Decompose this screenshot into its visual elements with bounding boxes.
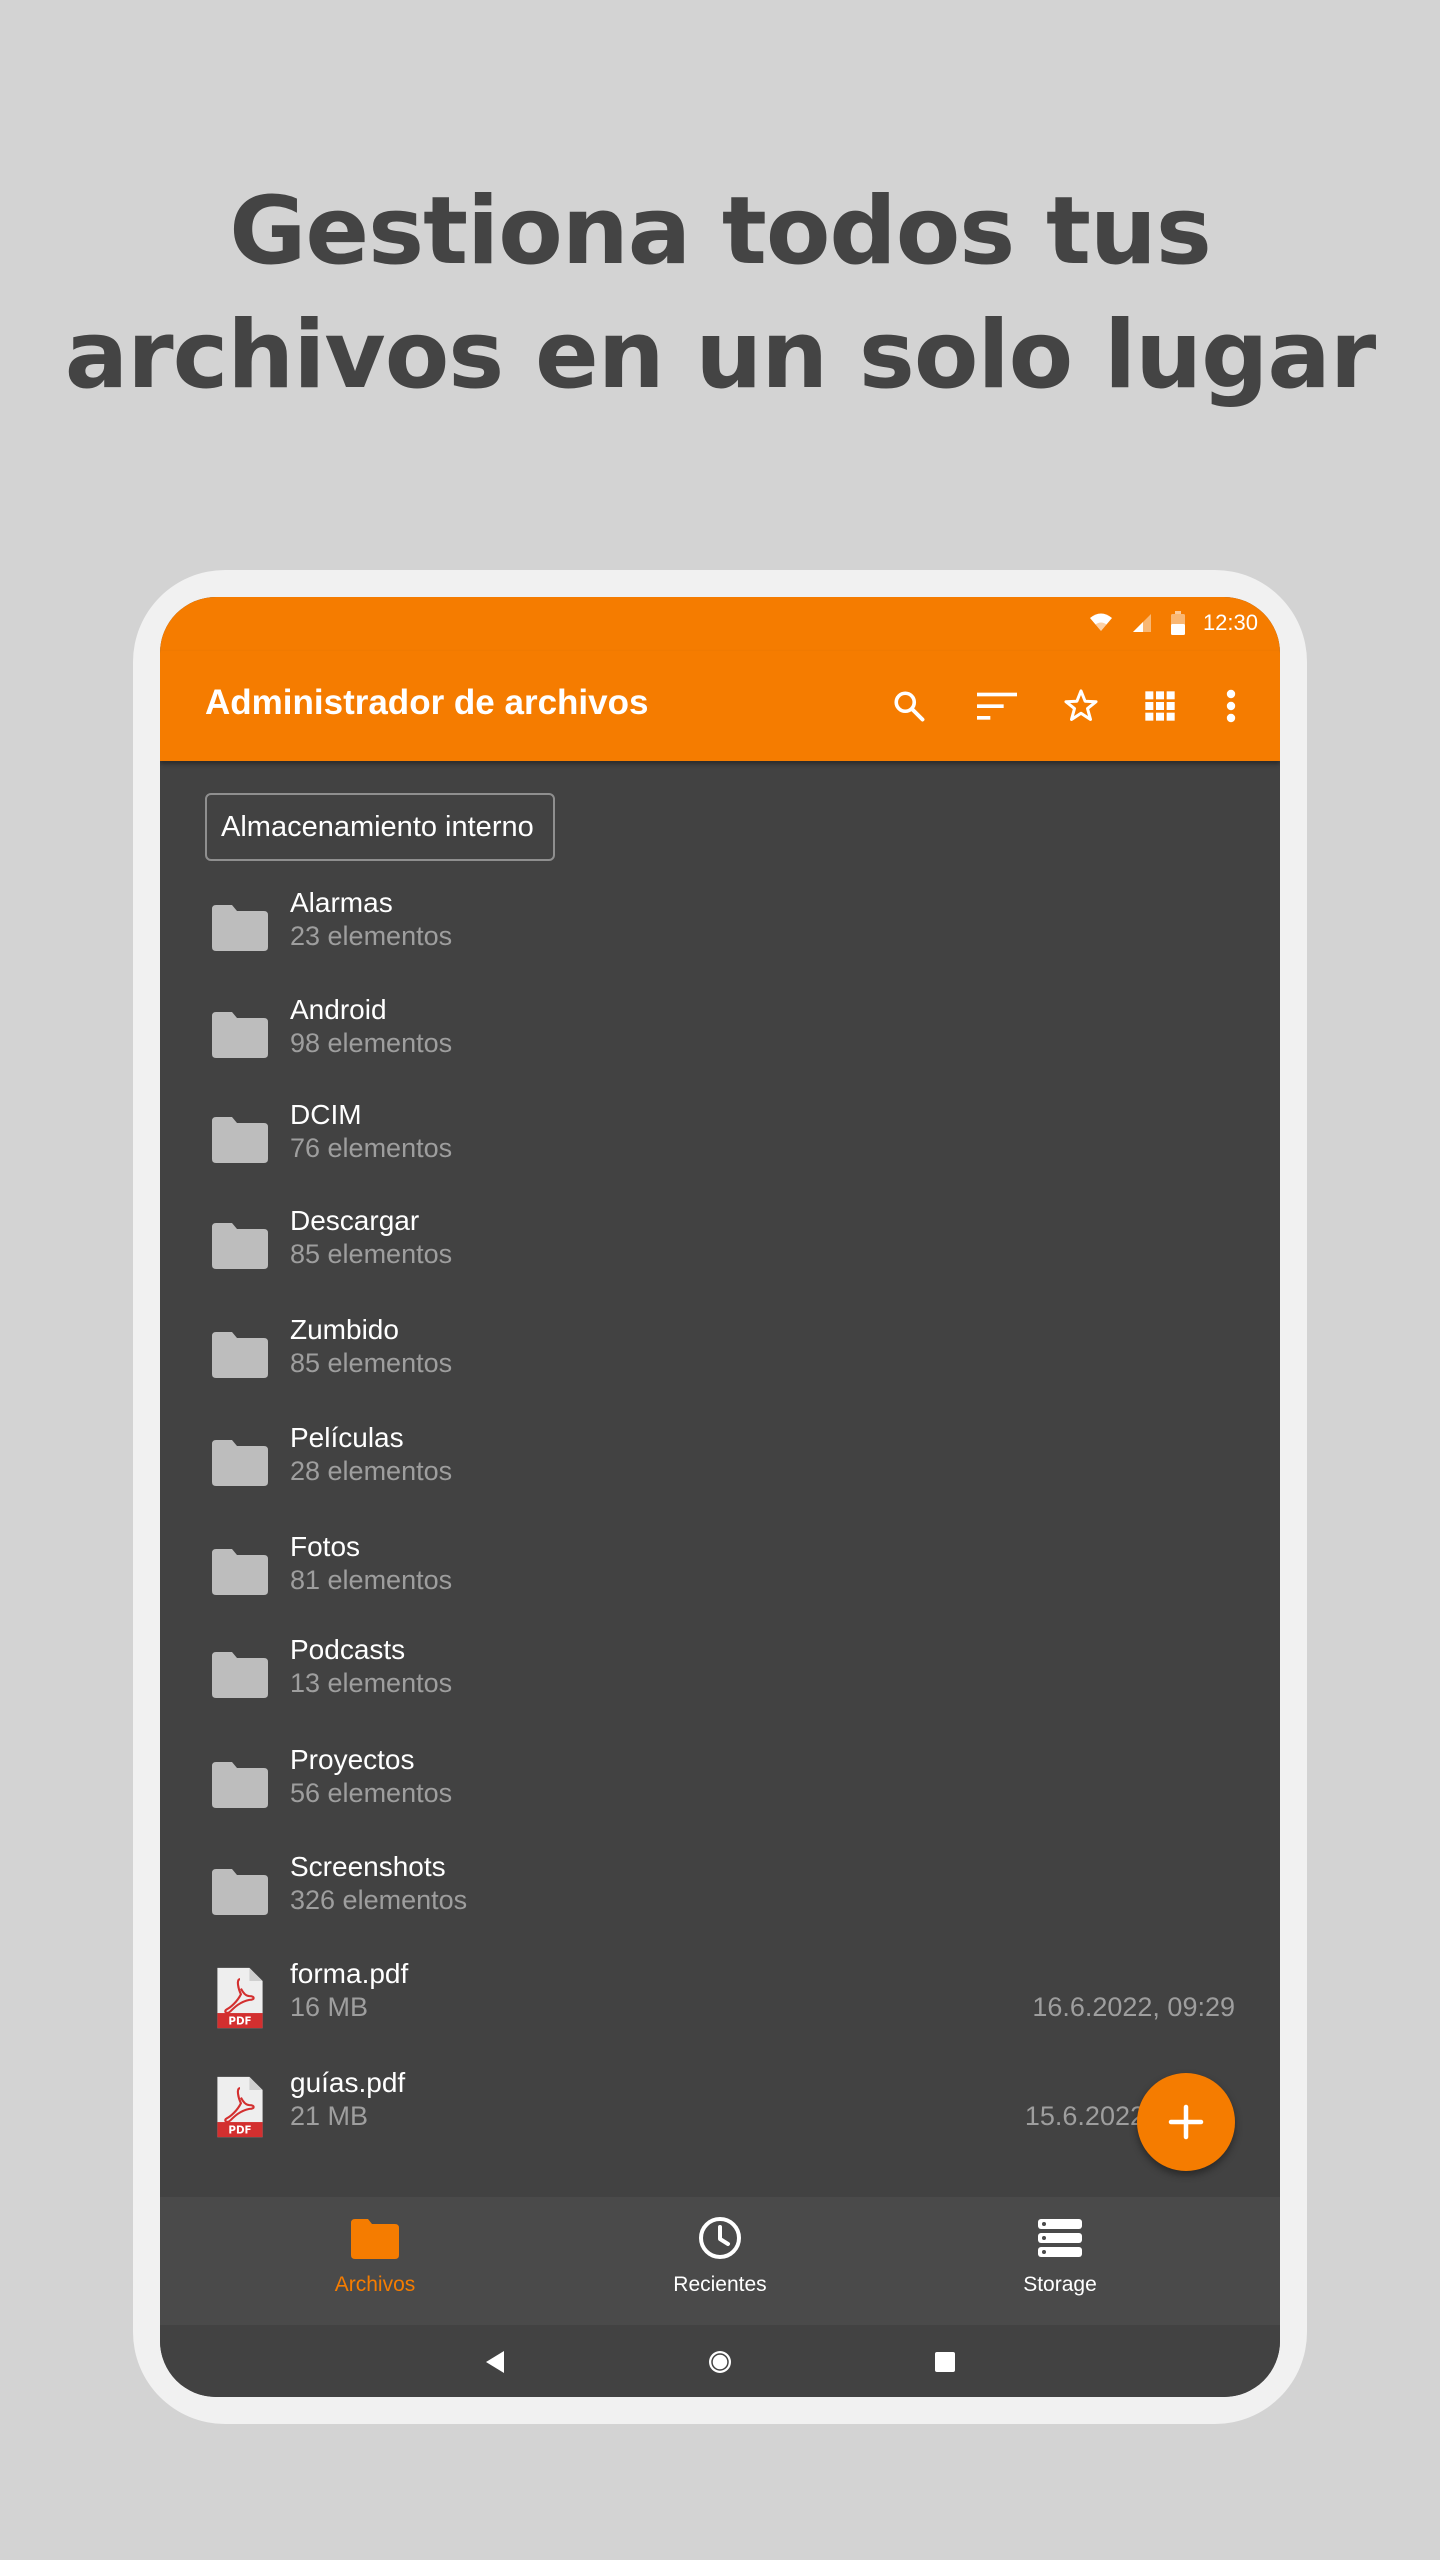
- item-name: Zumbido: [290, 1314, 399, 1345]
- folder-icon: [212, 1332, 268, 1378]
- promo-headline: Gestiona todos tus archivos en un solo l…: [0, 170, 1440, 418]
- item-date: 16.6.2022, 09:29: [1032, 1992, 1235, 2022]
- app-toolbar: Administrador de archivos: [160, 651, 1280, 761]
- item-name: Alarmas: [290, 887, 393, 918]
- pdf-file-icon: PDF: [217, 1967, 263, 2029]
- promo-line-2: archivos en un solo lugar: [64, 301, 1376, 410]
- list-item[interactable]: DCIM 76 elementos: [160, 1089, 1280, 1189]
- folder-icon: [212, 1762, 268, 1808]
- item-count: 28 elementos: [290, 1456, 453, 1486]
- list-item[interactable]: PDF forma.pdf 16 MB 16.6.2022, 09:29: [160, 1948, 1280, 2048]
- item-name: Screenshots: [290, 1851, 446, 1882]
- list-item[interactable]: Proyectos 56 elementos: [160, 1734, 1280, 1834]
- status-bar: 12:30: [160, 597, 1280, 651]
- search-icon: [894, 691, 925, 722]
- clock-icon: [699, 2217, 741, 2259]
- star-icon: [1064, 689, 1098, 721]
- sort-icon: [977, 692, 1017, 720]
- folder-icon: [351, 2219, 399, 2259]
- list-item[interactable]: Podcasts 13 elementos: [160, 1624, 1280, 1724]
- promo-line-1: Gestiona todos tus: [229, 177, 1212, 286]
- nav-label-storage: Storage: [1023, 2273, 1097, 2296]
- list-item[interactable]: Zumbido 85 elementos: [160, 1304, 1280, 1404]
- item-count: 85 elementos: [290, 1348, 453, 1378]
- bottom-navigation: Archivos Recientes Storage: [160, 2197, 1280, 2325]
- item-name: guías.pdf: [290, 2067, 406, 2098]
- nav-tab-archivos[interactable]: Archivos: [225, 2197, 525, 2325]
- item-count: 85 elementos: [290, 1239, 453, 1269]
- wifi-icon: [1089, 613, 1112, 631]
- status-time: 12:30: [1202, 610, 1258, 635]
- nav-tab-recientes[interactable]: Recientes: [570, 2197, 870, 2325]
- item-count: 13 elementos: [290, 1668, 453, 1698]
- folder-icon: [212, 905, 268, 951]
- plus-icon: [1168, 2104, 1204, 2140]
- signal-icon: [1132, 614, 1151, 632]
- item-count: 98 elementos: [290, 1028, 453, 1058]
- more-options-icon: [1226, 689, 1236, 723]
- item-name: Proyectos: [290, 1744, 415, 1775]
- item-count: 76 elementos: [290, 1133, 453, 1163]
- item-size: 21 MB: [290, 2101, 369, 2131]
- sort-button[interactable]: [970, 679, 1024, 733]
- item-count: 326 elementos: [290, 1885, 468, 1915]
- nav-label-recientes: Recientes: [673, 2273, 767, 2296]
- nav-label-archivos: Archivos: [334, 2273, 416, 2296]
- nav-tab-storage[interactable]: Storage: [910, 2197, 1210, 2325]
- folder-icon: [212, 1652, 268, 1698]
- home-icon[interactable]: [706, 2348, 734, 2376]
- list-item[interactable]: PDF guías.pdf 21 MB 15.6.2022: [160, 2057, 1280, 2157]
- pdf-badge: PDF: [228, 2015, 251, 2027]
- battery-icon: [1170, 611, 1185, 635]
- item-name: Podcasts: [290, 1634, 406, 1665]
- storage-icon: [1038, 2219, 1082, 2257]
- list-item[interactable]: Descargar 85 elementos: [160, 1195, 1280, 1295]
- list-item[interactable]: Alarmas 23 elementos: [160, 877, 1280, 977]
- item-size: 16 MB: [290, 1992, 369, 2022]
- folder-icon: [212, 1549, 268, 1595]
- item-name: forma.pdf: [290, 1958, 409, 1989]
- search-button[interactable]: [882, 679, 936, 733]
- add-fab-button[interactable]: [1137, 2073, 1235, 2171]
- grid-view-icon: [1145, 691, 1175, 721]
- pdf-badge: PDF: [228, 2124, 251, 2136]
- item-name: Películas: [290, 1422, 404, 1453]
- folder-icon: [212, 1012, 268, 1058]
- favorites-button[interactable]: [1054, 679, 1108, 733]
- app-screen: 12:30 Administrador de archivos Almacena…: [160, 597, 1280, 2397]
- list-item[interactable]: Android 98 elementos: [160, 984, 1280, 1084]
- grid-view-button[interactable]: [1133, 679, 1187, 733]
- system-navigation-bar: [160, 2325, 1280, 2397]
- toolbar-title: Administrador de archivos: [205, 683, 649, 722]
- item-name: Fotos: [290, 1531, 361, 1562]
- recents-icon[interactable]: [934, 2351, 956, 2373]
- storage-breadcrumb[interactable]: Almacenamiento interno: [205, 793, 555, 861]
- folder-icon: [212, 1869, 268, 1915]
- item-count: 23 elementos: [290, 921, 453, 951]
- folder-icon: [212, 1440, 268, 1486]
- more-options-button[interactable]: [1204, 679, 1258, 733]
- folder-icon: [212, 1117, 268, 1163]
- list-item[interactable]: Screenshots 326 elementos: [160, 1841, 1280, 1941]
- folder-icon: [212, 1223, 268, 1269]
- item-date: 15.6.2022: [1024, 2101, 1145, 2131]
- back-icon[interactable]: [484, 2350, 506, 2374]
- item-count: 81 elementos: [290, 1565, 453, 1595]
- item-name: Descargar: [290, 1205, 420, 1236]
- item-name: DCIM: [290, 1099, 362, 1130]
- item-count: 56 elementos: [290, 1778, 453, 1808]
- list-item[interactable]: Fotos 81 elementos: [160, 1521, 1280, 1621]
- list-item[interactable]: Películas 28 elementos: [160, 1412, 1280, 1512]
- item-name: Android: [290, 994, 387, 1025]
- pdf-file-icon: PDF: [217, 2076, 263, 2138]
